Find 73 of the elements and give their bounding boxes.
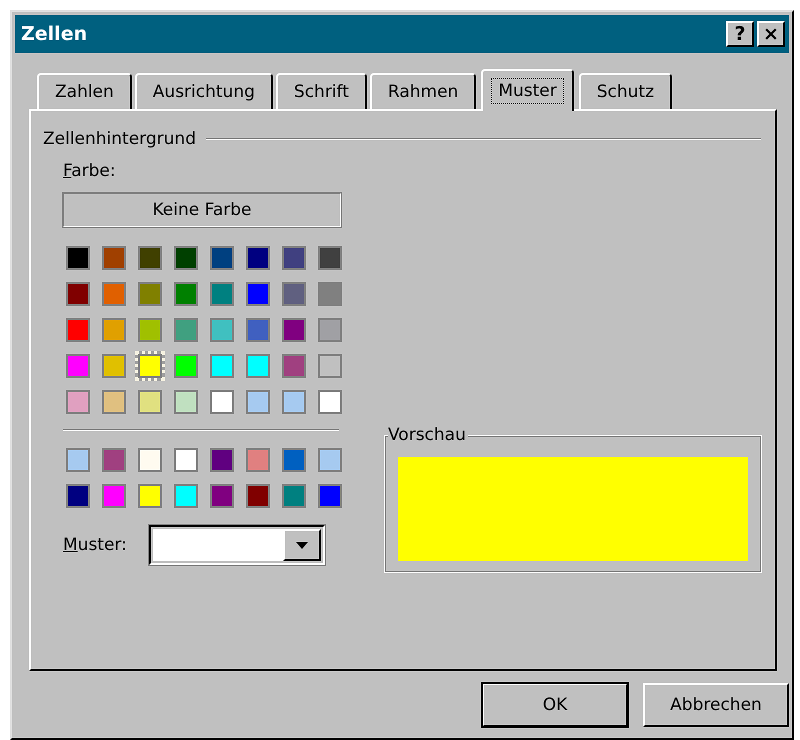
close-button[interactable]: × — [757, 21, 785, 47]
color-swatch[interactable] — [135, 351, 165, 381]
color-swatch[interactable] — [135, 243, 165, 273]
tab[interactable]: Schrift — [276, 73, 367, 109]
color-swatch[interactable] — [243, 315, 273, 345]
group-title: Zellenhintergrund — [43, 129, 196, 149]
tab[interactable]: Schutz — [578, 73, 672, 109]
color-swatch[interactable] — [279, 387, 309, 417]
tab[interactable]: Rahmen — [370, 73, 476, 109]
color-swatch[interactable] — [315, 351, 345, 381]
color-swatch[interactable] — [207, 315, 237, 345]
color-swatch[interactable] — [315, 279, 345, 309]
color-swatch[interactable] — [99, 445, 129, 475]
color-swatch[interactable] — [243, 387, 273, 417]
color-swatch[interactable] — [135, 387, 165, 417]
color-swatch[interactable] — [63, 481, 93, 511]
color-swatch[interactable] — [279, 481, 309, 511]
color-swatch[interactable] — [99, 315, 129, 345]
color-swatch[interactable] — [99, 351, 129, 381]
color-swatch[interactable] — [63, 243, 93, 273]
window-title: Zellen — [21, 23, 88, 45]
color-swatch[interactable] — [279, 351, 309, 381]
cancel-button[interactable]: Abbrechen — [643, 683, 789, 727]
color-swatch[interactable] — [315, 387, 345, 417]
pattern-label: Muster: — [63, 535, 127, 555]
color-swatch[interactable] — [99, 279, 129, 309]
color-swatch[interactable] — [171, 387, 201, 417]
color-swatch[interactable] — [171, 481, 201, 511]
ok-button[interactable]: OK — [482, 683, 628, 727]
color-swatch[interactable] — [315, 445, 345, 475]
tab[interactable]: Zahlen — [37, 73, 132, 109]
tab[interactable]: Muster — [481, 69, 574, 111]
color-swatch[interactable] — [99, 481, 129, 511]
color-swatch[interactable] — [135, 315, 165, 345]
color-swatch[interactable] — [207, 481, 237, 511]
color-swatch[interactable] — [63, 445, 93, 475]
color-swatch[interactable] — [63, 279, 93, 309]
color-swatch[interactable] — [315, 481, 345, 511]
color-swatch[interactable] — [243, 351, 273, 381]
color-swatch[interactable] — [243, 243, 273, 273]
color-swatch[interactable] — [279, 279, 309, 309]
color-swatch[interactable] — [243, 481, 273, 511]
color-swatch[interactable] — [135, 279, 165, 309]
color-swatch[interactable] — [207, 279, 237, 309]
dropdown-arrow-icon — [296, 542, 308, 548]
color-swatch[interactable] — [171, 243, 201, 273]
tab[interactable]: Ausrichtung — [134, 73, 273, 109]
color-swatch[interactable] — [99, 243, 129, 273]
color-swatch[interactable] — [243, 279, 273, 309]
no-color-button[interactable]: Keine Farbe — [63, 193, 341, 227]
color-swatch[interactable] — [171, 351, 201, 381]
color-swatch[interactable] — [207, 351, 237, 381]
color-swatch[interactable] — [243, 445, 273, 475]
color-swatch[interactable] — [315, 315, 345, 345]
color-swatch[interactable] — [207, 387, 237, 417]
help-button[interactable]: ? — [726, 21, 754, 47]
color-swatch[interactable] — [207, 243, 237, 273]
color-swatch[interactable] — [171, 315, 201, 345]
color-swatch[interactable] — [171, 445, 201, 475]
color-swatch[interactable] — [315, 243, 345, 273]
color-swatch[interactable] — [279, 315, 309, 345]
color-label: Farbe: — [63, 161, 117, 181]
color-swatch[interactable] — [135, 481, 165, 511]
color-swatch[interactable] — [279, 243, 309, 273]
color-swatch[interactable] — [135, 445, 165, 475]
color-swatch[interactable] — [63, 351, 93, 381]
color-swatch[interactable] — [63, 387, 93, 417]
color-swatch[interactable] — [207, 445, 237, 475]
color-swatch[interactable] — [171, 279, 201, 309]
color-swatch[interactable] — [63, 315, 93, 345]
color-swatch[interactable] — [279, 445, 309, 475]
pattern-dropdown[interactable] — [148, 525, 325, 565]
color-swatch[interactable] — [99, 387, 129, 417]
